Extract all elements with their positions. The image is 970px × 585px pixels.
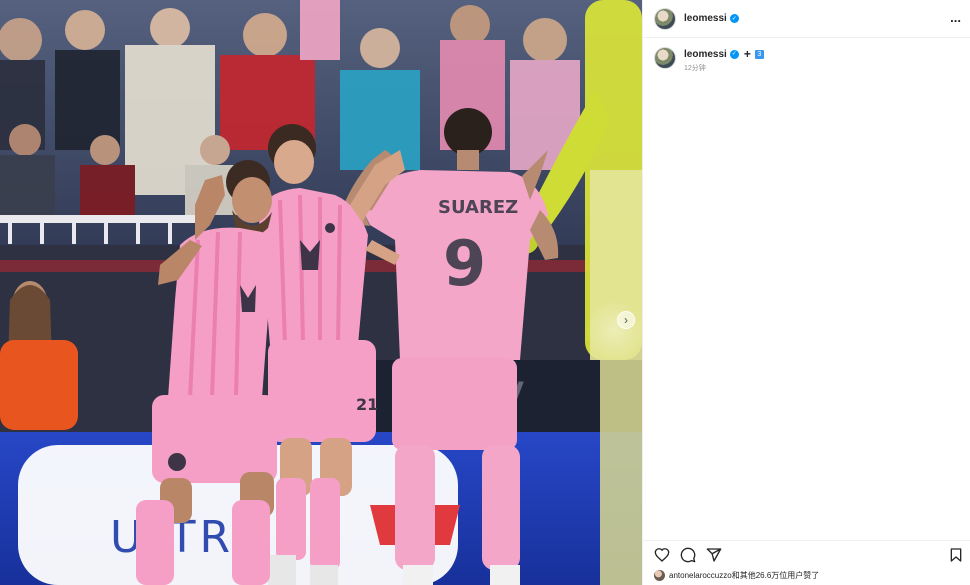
caption-plus: + <box>743 47 751 61</box>
post-sidebar: leomessi ✓ ... leomessi ✓ + 3 12分钟 anton… <box>642 0 970 585</box>
comment-icon[interactable] <box>680 547 696 563</box>
post-header: leomessi ✓ ... <box>643 0 970 38</box>
jersey-number: 9 <box>443 227 486 300</box>
caption-badge: 3 <box>754 49 764 59</box>
verified-icon: ✓ <box>729 14 739 23</box>
verified-icon: ✓ <box>729 49 739 59</box>
likes-text: antonelaroccuzzo和其他26.6万位用户赞了 <box>669 571 820 580</box>
likes-summary[interactable]: antonelaroccuzzo和其他26.6万位用户赞了 <box>654 570 819 581</box>
heart-icon[interactable] <box>654 547 670 563</box>
caption: leomessi ✓ + 3 12分钟 <box>654 47 764 73</box>
action-bar <box>643 540 970 568</box>
share-icon[interactable] <box>706 547 722 563</box>
bookmark-icon[interactable] <box>949 547 963 563</box>
jersey-name: SUAREZ <box>438 197 518 218</box>
caption-avatar[interactable] <box>654 47 676 69</box>
avatar[interactable] <box>654 7 676 30</box>
post-time: 12分钟 <box>684 65 706 72</box>
match-photo: V ULTRA SUAREZ 9 <box>0 0 642 585</box>
more-icon[interactable]: ... <box>950 11 961 24</box>
liker-avatar <box>654 570 665 581</box>
header-username[interactable]: leomessi <box>684 13 727 24</box>
caption-username[interactable]: leomessi <box>684 49 727 60</box>
carousel-next-button[interactable]: › <box>617 311 635 329</box>
post-photo[interactable]: V ULTRA SUAREZ 9 <box>0 0 642 585</box>
chevron-right-icon: › <box>624 313 628 327</box>
shorts-number: 21 <box>356 395 378 414</box>
